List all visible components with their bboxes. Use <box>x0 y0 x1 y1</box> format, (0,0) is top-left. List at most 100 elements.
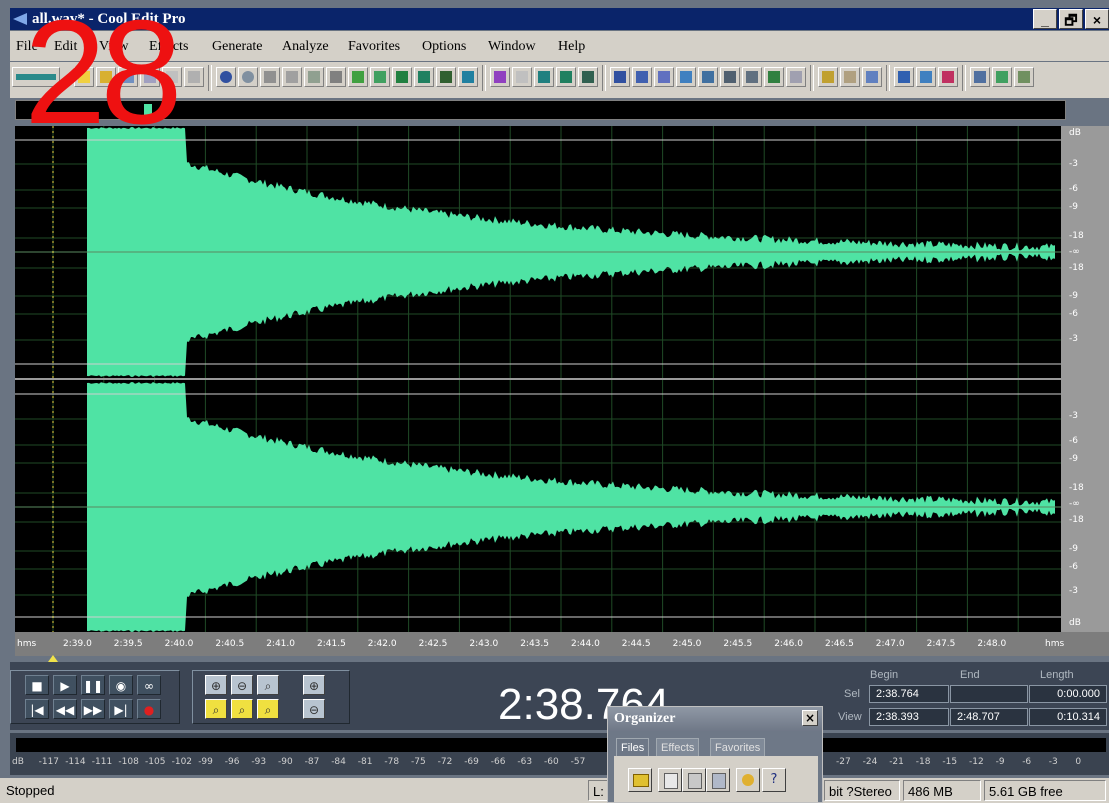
zoom-left-icon[interactable]: ⌕ <box>205 699 227 719</box>
menu-options[interactable]: Options <box>422 39 466 55</box>
cursor-marker-icon[interactable] <box>48 655 58 662</box>
organizer-title[interactable]: Organizer <box>608 707 822 731</box>
track-eq-icon[interactable] <box>578 67 598 87</box>
zoom-in-vertical-icon[interactable]: ⊕ <box>303 675 325 695</box>
time-tick-label: 2:40.0 <box>164 639 194 649</box>
db-label: -9 <box>1069 291 1078 301</box>
help-icon[interactable] <box>862 67 882 87</box>
time-ruler[interactable]: hms hms 2:39.0 2:39.5 2:40.0 2:40.5 2:41.0 2:… <box>15 632 1109 656</box>
insert-icon[interactable] <box>414 67 434 87</box>
close-button[interactable]: × <box>1085 9 1109 29</box>
play-to-end-icon[interactable]: ◉ <box>109 675 133 695</box>
trim-icon[interactable] <box>348 67 368 87</box>
cut-icon[interactable] <box>326 67 346 87</box>
zoom-out-icon[interactable]: ⊖ <box>231 675 253 695</box>
extra-tool-icon[interactable] <box>1014 67 1034 87</box>
playlist-icon[interactable] <box>786 67 806 87</box>
search-icon[interactable] <box>938 67 958 87</box>
sel-length-field[interactable]: 0:00.000 <box>1029 685 1107 703</box>
zoom-in-icon[interactable]: ⊕ <box>205 675 227 695</box>
time-tick-label: 2:48.0 <box>977 639 1007 649</box>
find-icon[interactable] <box>916 67 936 87</box>
settings-icon[interactable] <box>818 67 838 87</box>
zoom-view-icon[interactable] <box>698 67 718 87</box>
insert-multitrack-icon[interactable] <box>706 768 730 792</box>
paste-icon[interactable] <box>304 67 324 87</box>
menu-window[interactable]: Window <box>488 39 536 55</box>
time-unit-right: hms <box>1045 639 1065 649</box>
organizer-icon[interactable] <box>894 67 914 87</box>
waveform-display[interactable] <box>15 126 1061 632</box>
db-label: dB <box>1069 128 1081 138</box>
snap-icon[interactable] <box>458 67 478 87</box>
track-mixer-icon[interactable] <box>556 67 576 87</box>
menu-analyze[interactable]: Analyze <box>282 39 329 55</box>
zoom-out-vertical-icon[interactable]: ⊖ <box>303 699 325 719</box>
meter-tick-label: -96 <box>224 757 240 767</box>
paste-new-icon[interactable] <box>392 67 412 87</box>
waveform-view-icon[interactable] <box>610 67 630 87</box>
menu-generate[interactable]: Generate <box>212 39 263 55</box>
script-icon[interactable] <box>840 67 860 87</box>
time-format-icon[interactable] <box>720 67 740 87</box>
cue-list-icon[interactable] <box>764 67 784 87</box>
overlay-number: 28 <box>24 0 183 155</box>
view-end-field[interactable]: 2:48.707 <box>950 708 1028 726</box>
view-length-field[interactable]: 0:10.314 <box>1029 708 1107 726</box>
meter-tick-label: -9 <box>995 757 1005 767</box>
status-state: Stopped <box>6 783 55 798</box>
db-label: -6 <box>1069 184 1078 194</box>
play-icon[interactable]: ▶ <box>53 675 77 695</box>
db-label: -9 <box>1069 454 1078 464</box>
organizer-close-button[interactable]: × <box>802 710 818 726</box>
time-unit-left: hms <box>17 639 37 649</box>
spectral-icon[interactable] <box>632 67 652 87</box>
file-info-button[interactable] <box>184 67 204 87</box>
view-begin-field[interactable]: 2:38.393 <box>869 708 949 726</box>
envelope-icon[interactable] <box>490 67 510 87</box>
copy-icon[interactable] <box>282 67 302 87</box>
open-folder-icon[interactable] <box>628 768 652 792</box>
db-label: -3 <box>1069 586 1078 596</box>
redo-icon[interactable] <box>238 67 258 87</box>
frequency-icon[interactable] <box>992 67 1012 87</box>
organizer-tab-files[interactable]: Files <box>616 738 650 756</box>
frames-icon[interactable] <box>742 67 762 87</box>
rewind-icon[interactable]: ◀◀ <box>53 699 77 719</box>
mix-paste-icon[interactable] <box>370 67 390 87</box>
organizer-settings-icon[interactable] <box>736 768 760 792</box>
status-format: bit ?Stereo <box>824 780 900 801</box>
close-file-icon[interactable] <box>658 768 682 792</box>
undo-icon[interactable] <box>216 67 236 87</box>
transport-controls: ■ ▶ ❚❚ ◉ ∞ |◀ ◀◀ ▶▶ ▶| ● <box>10 670 180 724</box>
minimize-button[interactable]: _ <box>1033 9 1057 29</box>
sel-end-field[interactable] <box>950 685 1028 703</box>
organizer-help-icon[interactable]: ? <box>762 768 786 792</box>
multitrack-icon[interactable] <box>534 67 554 87</box>
repeat-command-icon[interactable] <box>260 67 280 87</box>
zoom-right-icon[interactable]: ⌕ <box>231 699 253 719</box>
sel-begin-field[interactable]: 2:38.764 <box>869 685 949 703</box>
play-view-icon[interactable] <box>676 67 696 87</box>
stop-icon[interactable]: ■ <box>25 675 49 695</box>
insert-file-icon[interactable] <box>682 768 706 792</box>
db-label: -∞ <box>1069 499 1080 509</box>
db-label: -18 <box>1069 263 1084 273</box>
menu-help[interactable]: Help <box>558 39 585 55</box>
organizer-tab-favorites[interactable]: Favorites <box>710 738 766 756</box>
menu-favorites[interactable]: Favorites <box>348 39 400 55</box>
zoom-selection-icon[interactable]: ⌕ <box>257 699 279 719</box>
go-to-end-icon[interactable]: ▶| <box>109 699 133 719</box>
fast-forward-icon[interactable]: ▶▶ <box>81 699 105 719</box>
analysis-icon[interactable] <box>970 67 990 87</box>
spectral-view-icon[interactable] <box>512 67 532 87</box>
record-icon[interactable]: ● <box>137 699 161 719</box>
pause-icon[interactable]: ❚❚ <box>81 675 105 695</box>
layer-icon[interactable] <box>654 67 674 87</box>
loop-icon[interactable]: ∞ <box>137 675 161 695</box>
go-to-start-icon[interactable]: |◀ <box>25 699 49 719</box>
organizer-tab-effects[interactable]: Effects <box>656 738 700 756</box>
zoom-full-icon[interactable]: ⌕ <box>257 675 279 695</box>
restore-button[interactable]: 🗗 <box>1059 9 1083 29</box>
crop-icon[interactable] <box>436 67 456 87</box>
